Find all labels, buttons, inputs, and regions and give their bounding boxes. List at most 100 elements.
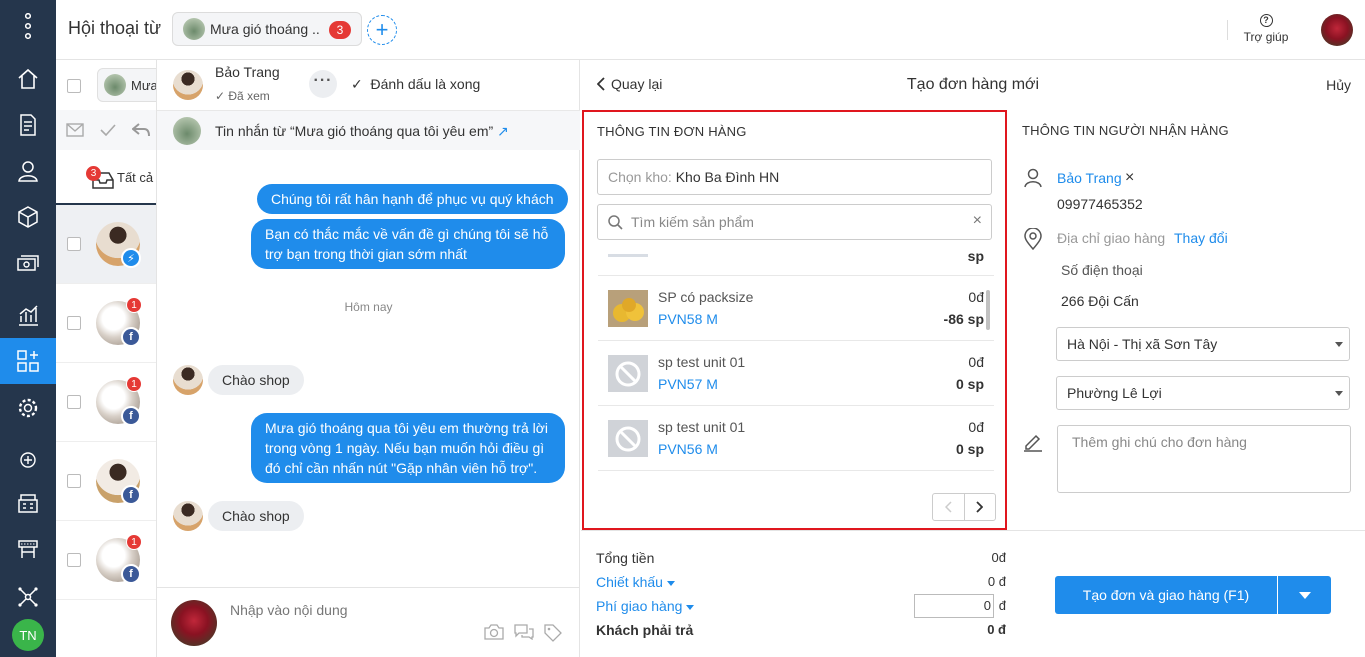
facebook-icon: f <box>121 327 141 347</box>
list-item[interactable]: f <box>56 442 156 521</box>
item-checkbox[interactable] <box>67 316 81 330</box>
phone-field[interactable]: Số điện thoại <box>1061 262 1143 278</box>
page-filter-chip[interactable]: Mưa <box>97 68 156 102</box>
list-item[interactable]: ⚡ <box>56 205 156 284</box>
unread-badge: 3 <box>329 21 351 39</box>
mark-done-label: Đánh dấu là xong <box>370 76 481 92</box>
cancel-button[interactable]: Hủy <box>1326 77 1351 93</box>
product-price: 0đ <box>968 419 984 435</box>
product-row[interactable]: sp test unit 01 PVN57 M 0đ 0 sp <box>598 341 994 406</box>
contact-name[interactable]: Bảo Trang <box>215 64 280 80</box>
product-code[interactable]: PVN58 M <box>658 311 718 327</box>
facebook-icon: f <box>121 564 141 584</box>
conversation-source-tab[interactable]: Mưa gió thoáng .. 3 <box>172 12 362 46</box>
search-input[interactable]: Tìm kiếm sản phẩm <box>631 214 754 230</box>
contact-avatar[interactable] <box>173 70 203 100</box>
external-link-icon[interactable]: ↗ <box>497 123 509 139</box>
remove-receiver-icon[interactable]: × <box>1125 169 1134 187</box>
list-item[interactable]: 1 f <box>56 521 156 600</box>
select-all-checkbox[interactable] <box>67 79 81 93</box>
caret-down-icon <box>1298 591 1311 599</box>
message-input[interactable]: Nhập vào nội dung <box>230 602 348 618</box>
back-button[interactable]: Quay lại <box>597 76 662 92</box>
pay-value: 0 đ <box>987 622 1006 637</box>
shipping-toggle[interactable]: Phí giao hàng <box>596 598 695 614</box>
item-checkbox[interactable] <box>67 474 81 488</box>
product-qty: -86 sp <box>943 311 984 327</box>
product-name: SP có packsize <box>658 289 754 305</box>
create-and-ship-button[interactable]: Tạo đơn và giao hàng (F1) <box>1055 576 1277 614</box>
scrollbar[interactable] <box>986 290 990 330</box>
tab-all[interactable]: 3 Tất cả <box>56 150 156 205</box>
menu-dots-icon[interactable] <box>0 0 56 52</box>
change-address-link[interactable]: Thay đổi <box>1174 230 1228 246</box>
address-field[interactable]: 266 Đội Cấn <box>1061 293 1139 309</box>
store-icon[interactable] <box>0 480 56 526</box>
user-icon[interactable] <box>0 148 56 194</box>
camera-icon[interactable] <box>484 624 504 642</box>
order-note-input[interactable]: Thêm ghi chú cho đơn hàng <box>1057 425 1351 493</box>
receiver-section: THÔNG TIN NGƯỜI NHẬN HÀNG Bảo Trang × 09… <box>1022 110 1365 530</box>
chart-icon[interactable] <box>0 292 56 338</box>
discount-toggle[interactable]: Chiết khấu <box>596 574 675 590</box>
box-icon[interactable] <box>0 194 56 240</box>
unread-badge: 1 <box>126 534 142 550</box>
tab-all-label: Tất cả <box>117 170 154 185</box>
source-label: Tin nhắn từ “Mưa gió thoáng qua tôi yêu … <box>215 123 509 140</box>
question-icon: ? <box>1259 14 1273 27</box>
message-incoming: Chào shop <box>208 365 304 395</box>
district-select[interactable]: Hà Nội - Thị xã Sơn Tây <box>1056 327 1350 361</box>
caret-down-icon <box>1335 342 1343 347</box>
list-item[interactable]: 1 f <box>56 284 156 363</box>
quick-reply-icon[interactable] <box>514 624 534 642</box>
total-value: 0đ <box>991 550 1006 565</box>
discount-value: 0 đ <box>987 574 1006 589</box>
mail-icon[interactable] <box>66 123 84 137</box>
check-icon[interactable] <box>100 124 116 136</box>
ward-select[interactable]: Phường Lê Lợi <box>1056 376 1350 410</box>
seen-label: Đã xem <box>228 89 270 103</box>
shipping-fee-input[interactable]: 0 <box>914 594 994 618</box>
reply-icon[interactable] <box>132 123 150 137</box>
unread-badge: 1 <box>126 376 142 392</box>
mark-done-button[interactable]: ✓ Đánh dấu là xong <box>351 76 480 93</box>
pos-icon[interactable] <box>0 526 56 572</box>
network-icon[interactable] <box>0 574 56 620</box>
next-page-button[interactable] <box>963 494 995 520</box>
tag-icon[interactable] <box>544 624 562 642</box>
submit-options-button[interactable] <box>1278 576 1331 614</box>
apps-icon[interactable] <box>0 338 56 384</box>
prev-page-button[interactable] <box>933 494 964 520</box>
pay-label: Khách phải trả <box>596 622 694 638</box>
product-name: sp test unit 01 <box>658 419 746 435</box>
product-row[interactable]: SP có packsize PVN58 M 0đ -86 sp <box>598 276 994 341</box>
product-search[interactable]: Tìm kiếm sản phẩm × <box>597 204 992 240</box>
item-checkbox[interactable] <box>67 395 81 409</box>
more-options-button[interactable]: ··· <box>309 70 337 98</box>
list-item[interactable]: 1 f <box>56 363 156 442</box>
district-value: Hà Nội - Thị xã Sơn Tây <box>1067 336 1218 352</box>
home-icon[interactable] <box>0 56 56 102</box>
clear-icon[interactable]: × <box>973 212 982 230</box>
add-circle-icon[interactable] <box>0 437 56 483</box>
product-row[interactable]: sp test unit 01 PVN56 M 0đ 0 sp <box>598 406 994 471</box>
account-avatar[interactable] <box>1321 14 1353 46</box>
page-avatar <box>104 74 126 96</box>
document-icon[interactable] <box>0 102 56 148</box>
money-icon[interactable] <box>0 240 56 286</box>
total-label: Tổng tiền <box>596 550 655 566</box>
page-avatar <box>173 117 201 145</box>
receiver-name[interactable]: Bảo Trang <box>1057 170 1122 186</box>
item-checkbox[interactable] <box>67 553 81 567</box>
item-checkbox[interactable] <box>67 237 81 251</box>
settings-icon[interactable] <box>0 385 56 431</box>
warehouse-select[interactable]: Chọn kho: Kho Ba Đình HN <box>597 159 992 195</box>
product-code[interactable]: PVN57 M <box>658 376 718 392</box>
conversation-list: Mưa 3 Tất cả ⚡ 1 f 1 f f 1 f <box>56 60 157 657</box>
help-button[interactable]: ? Trợ giúp <box>1241 14 1291 44</box>
add-tab-button[interactable]: + <box>367 15 397 45</box>
product-code[interactable]: PVN56 M <box>658 441 718 457</box>
user-avatar[interactable]: TN <box>12 619 44 651</box>
list-filter-row: Mưa <box>56 60 156 110</box>
user-icon <box>1024 168 1042 188</box>
